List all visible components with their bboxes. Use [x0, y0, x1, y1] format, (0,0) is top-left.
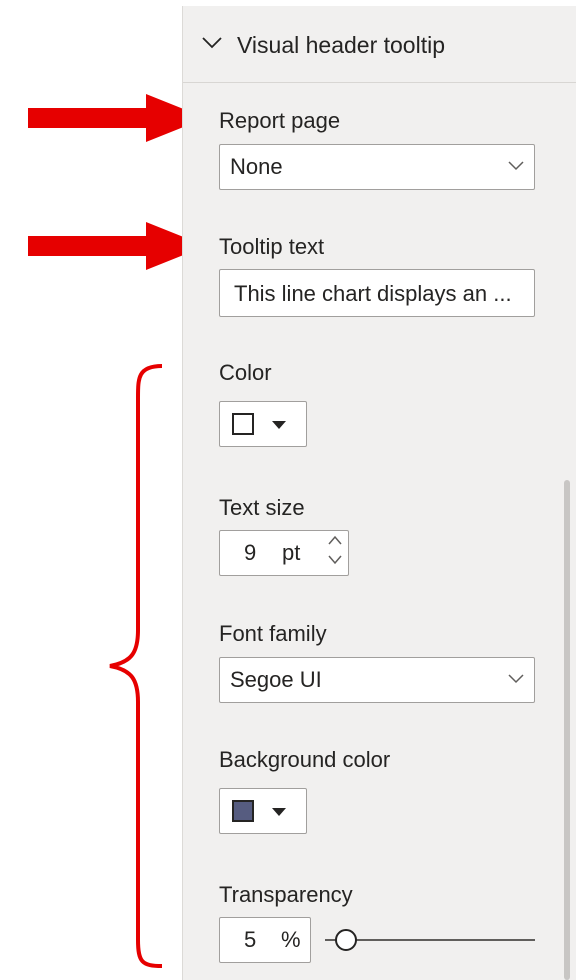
red-arrow-icon: [28, 94, 206, 142]
scrollbar[interactable]: [564, 480, 570, 980]
font-family-value: Segoe UI: [230, 667, 322, 692]
background-color-swatch: [232, 800, 254, 822]
chevron-down-icon: [508, 674, 524, 684]
chevron-down-icon: [508, 161, 524, 171]
transparency-unit: %: [281, 927, 301, 952]
text-size-label: Text size: [219, 495, 305, 520]
chevron-down-icon[interactable]: [201, 36, 223, 50]
color-swatch: [232, 413, 254, 435]
text-size-spinner[interactable]: 9 pt: [219, 530, 349, 576]
caret-down-icon: [272, 808, 286, 816]
transparency-label: Transparency: [219, 882, 353, 907]
transparency-value: 5: [244, 927, 257, 952]
red-arrow-icon: [28, 222, 206, 270]
section-title: Visual header tooltip: [237, 32, 445, 58]
tooltip-text-label: Tooltip text: [219, 234, 325, 259]
section-header[interactable]: Visual header tooltip: [183, 6, 576, 83]
spin-up-icon[interactable]: [327, 534, 343, 546]
text-size-unit: pt: [282, 540, 301, 565]
tooltip-text-input[interactable]: This line chart displays an ...: [219, 269, 535, 317]
background-color-picker-button[interactable]: [219, 788, 307, 834]
report-page-label: Report page: [219, 108, 341, 133]
tooltip-text-value: This line chart displays an ...: [234, 281, 512, 306]
format-pane: Visual header tooltip Report page None T…: [182, 6, 576, 980]
report-page-dropdown[interactable]: None: [219, 144, 535, 190]
font-family-label: Font family: [219, 621, 327, 646]
report-page-value: None: [230, 154, 283, 179]
background-color-label: Background color: [219, 747, 391, 772]
transparency-input[interactable]: 5 %: [219, 917, 311, 963]
transparency-slider-thumb[interactable]: [335, 929, 357, 951]
text-size-value: 9: [244, 540, 257, 565]
color-picker-button[interactable]: [219, 401, 307, 447]
spin-down-icon[interactable]: [327, 554, 343, 566]
curly-brace-icon: [109, 364, 163, 968]
color-label: Color: [219, 360, 272, 385]
font-family-dropdown[interactable]: Segoe UI: [219, 657, 535, 703]
caret-down-icon: [272, 421, 286, 429]
